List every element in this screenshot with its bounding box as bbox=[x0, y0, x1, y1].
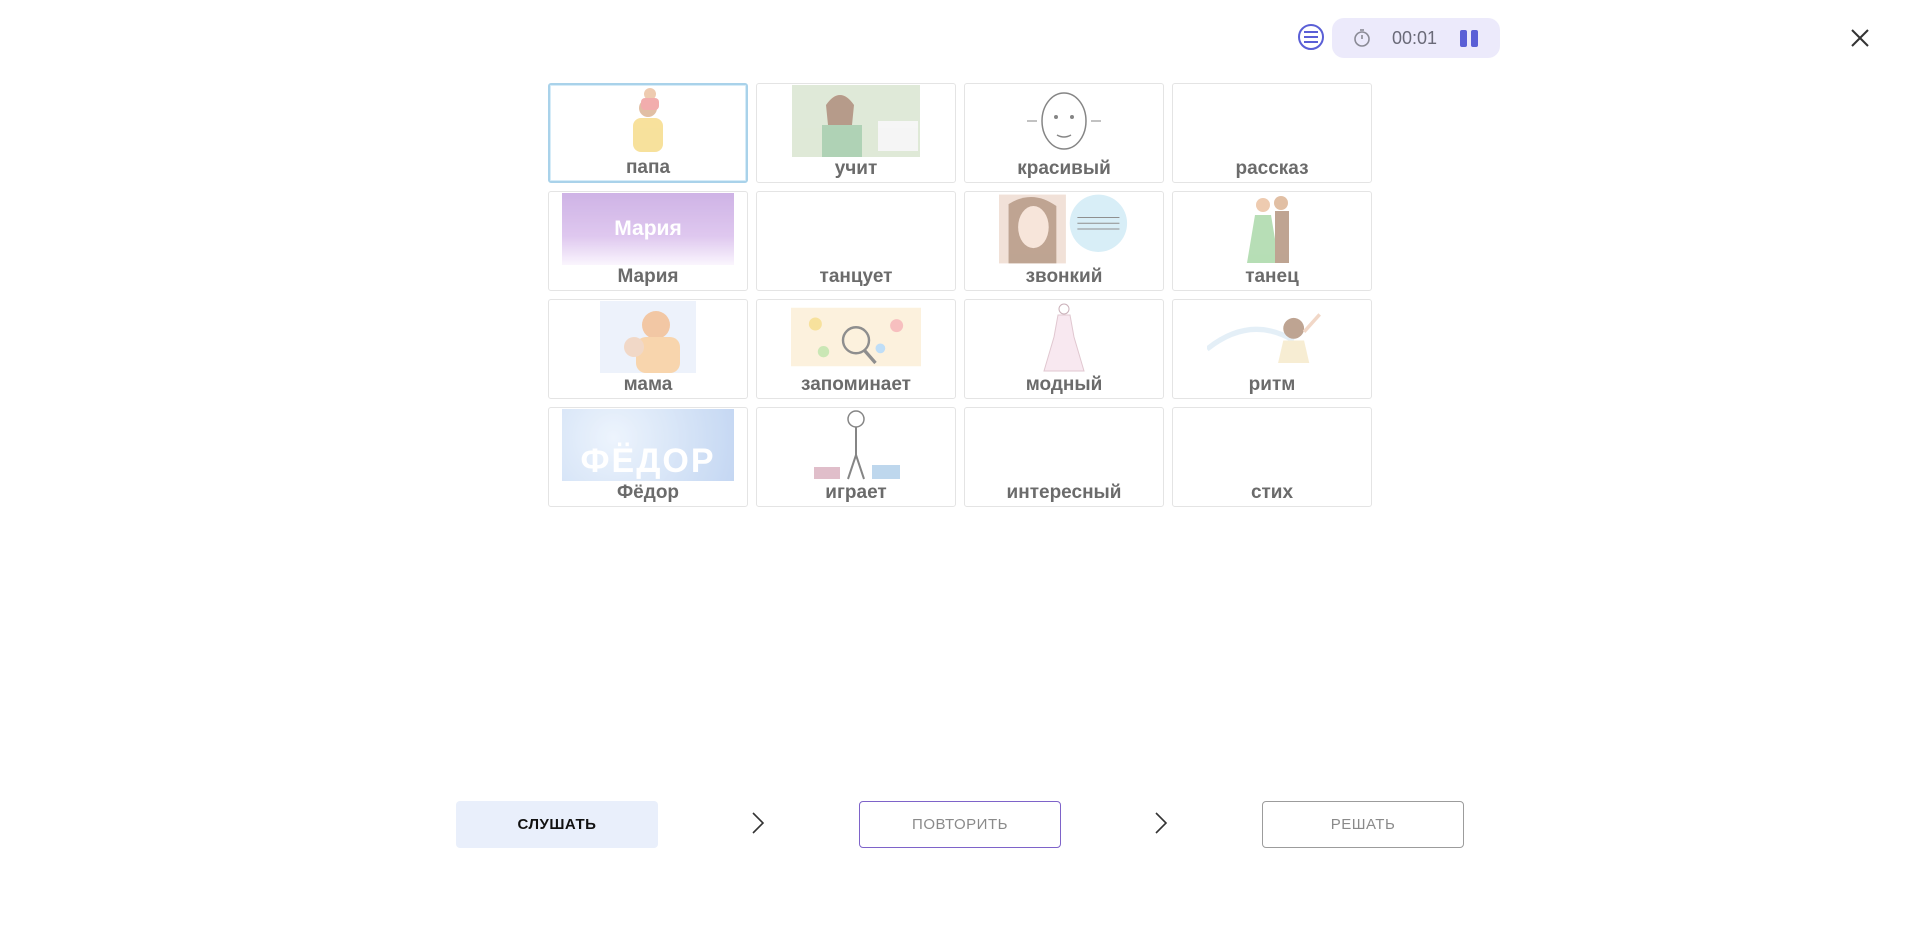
card-word: звонкий bbox=[1025, 266, 1103, 287]
word-card[interactable]: играет bbox=[756, 407, 956, 507]
stopwatch-icon bbox=[1354, 29, 1370, 47]
card-word: модный bbox=[1025, 374, 1103, 395]
close-icon[interactable] bbox=[1846, 24, 1874, 52]
timer-value: 00:01 bbox=[1392, 28, 1438, 48]
pause-icon[interactable] bbox=[1460, 30, 1478, 48]
card-word: папа bbox=[625, 157, 671, 178]
repeat-button[interactable]: ПОВТОРИТЬ bbox=[859, 801, 1061, 848]
maria-banner-image: Мария bbox=[562, 193, 734, 265]
menu-button[interactable] bbox=[1298, 24, 1324, 50]
dancing-couple-image bbox=[1207, 193, 1337, 265]
word-card[interactable]: папа bbox=[548, 83, 748, 183]
word-card[interactable]: запоминает bbox=[756, 299, 956, 399]
fashion-dress-image bbox=[999, 301, 1129, 373]
card-word: запоминает bbox=[801, 374, 911, 395]
word-card[interactable]: интересный bbox=[964, 407, 1164, 507]
card-word: танцует bbox=[819, 266, 893, 287]
word-card[interactable]: красивый bbox=[964, 83, 1164, 183]
stick-figure-image bbox=[791, 409, 921, 481]
dancing-girl-image bbox=[1207, 301, 1337, 373]
father-child-image bbox=[583, 86, 713, 158]
word-card[interactable]: звонкий bbox=[964, 191, 1164, 291]
list-icon bbox=[1304, 31, 1318, 43]
card-word: играет bbox=[825, 482, 887, 503]
word-card[interactable]: Мария Мария bbox=[548, 191, 748, 291]
word-card[interactable]: танец bbox=[1172, 191, 1372, 291]
chevron-right-icon bbox=[1155, 812, 1168, 834]
magnifier-image bbox=[791, 301, 921, 373]
word-card[interactable]: стих bbox=[1172, 407, 1372, 507]
solve-button[interactable]: РЕШАТЬ bbox=[1262, 801, 1464, 848]
singing-woman-image bbox=[999, 193, 1129, 265]
word-card[interactable]: танцует bbox=[756, 191, 956, 291]
card-word: Фёдор bbox=[616, 482, 680, 503]
card-word: красивый bbox=[1017, 158, 1111, 179]
word-card-grid: папа учит красивый рассказ Мария Мария т… bbox=[548, 83, 1372, 507]
chevron-right-icon bbox=[752, 812, 765, 834]
listen-button[interactable]: СЛУШАТЬ bbox=[456, 801, 658, 848]
face-sketch-image bbox=[999, 85, 1129, 157]
card-word: стих bbox=[1250, 482, 1294, 503]
card-word: ритм bbox=[1248, 374, 1296, 395]
word-card[interactable]: мама bbox=[548, 299, 748, 399]
mother-child-image bbox=[583, 301, 713, 373]
card-word: учит bbox=[834, 158, 878, 179]
card-word: мама bbox=[623, 374, 673, 395]
card-word: Мария bbox=[617, 266, 679, 287]
word-card[interactable]: модный bbox=[964, 299, 1164, 399]
card-word: танец bbox=[1245, 266, 1299, 287]
word-card[interactable]: учит bbox=[756, 83, 956, 183]
card-word: рассказ bbox=[1235, 158, 1309, 179]
timer-panel: 00:01 bbox=[1332, 18, 1500, 58]
card-word: интересный bbox=[1006, 482, 1122, 503]
word-card[interactable]: рассказ bbox=[1172, 83, 1372, 183]
word-card[interactable]: ритм bbox=[1172, 299, 1372, 399]
fedor-banner-image: ФЁДОР bbox=[562, 409, 734, 481]
word-card[interactable]: ФЁДОР Фёдор bbox=[548, 407, 748, 507]
woman-studying-image bbox=[791, 85, 921, 157]
